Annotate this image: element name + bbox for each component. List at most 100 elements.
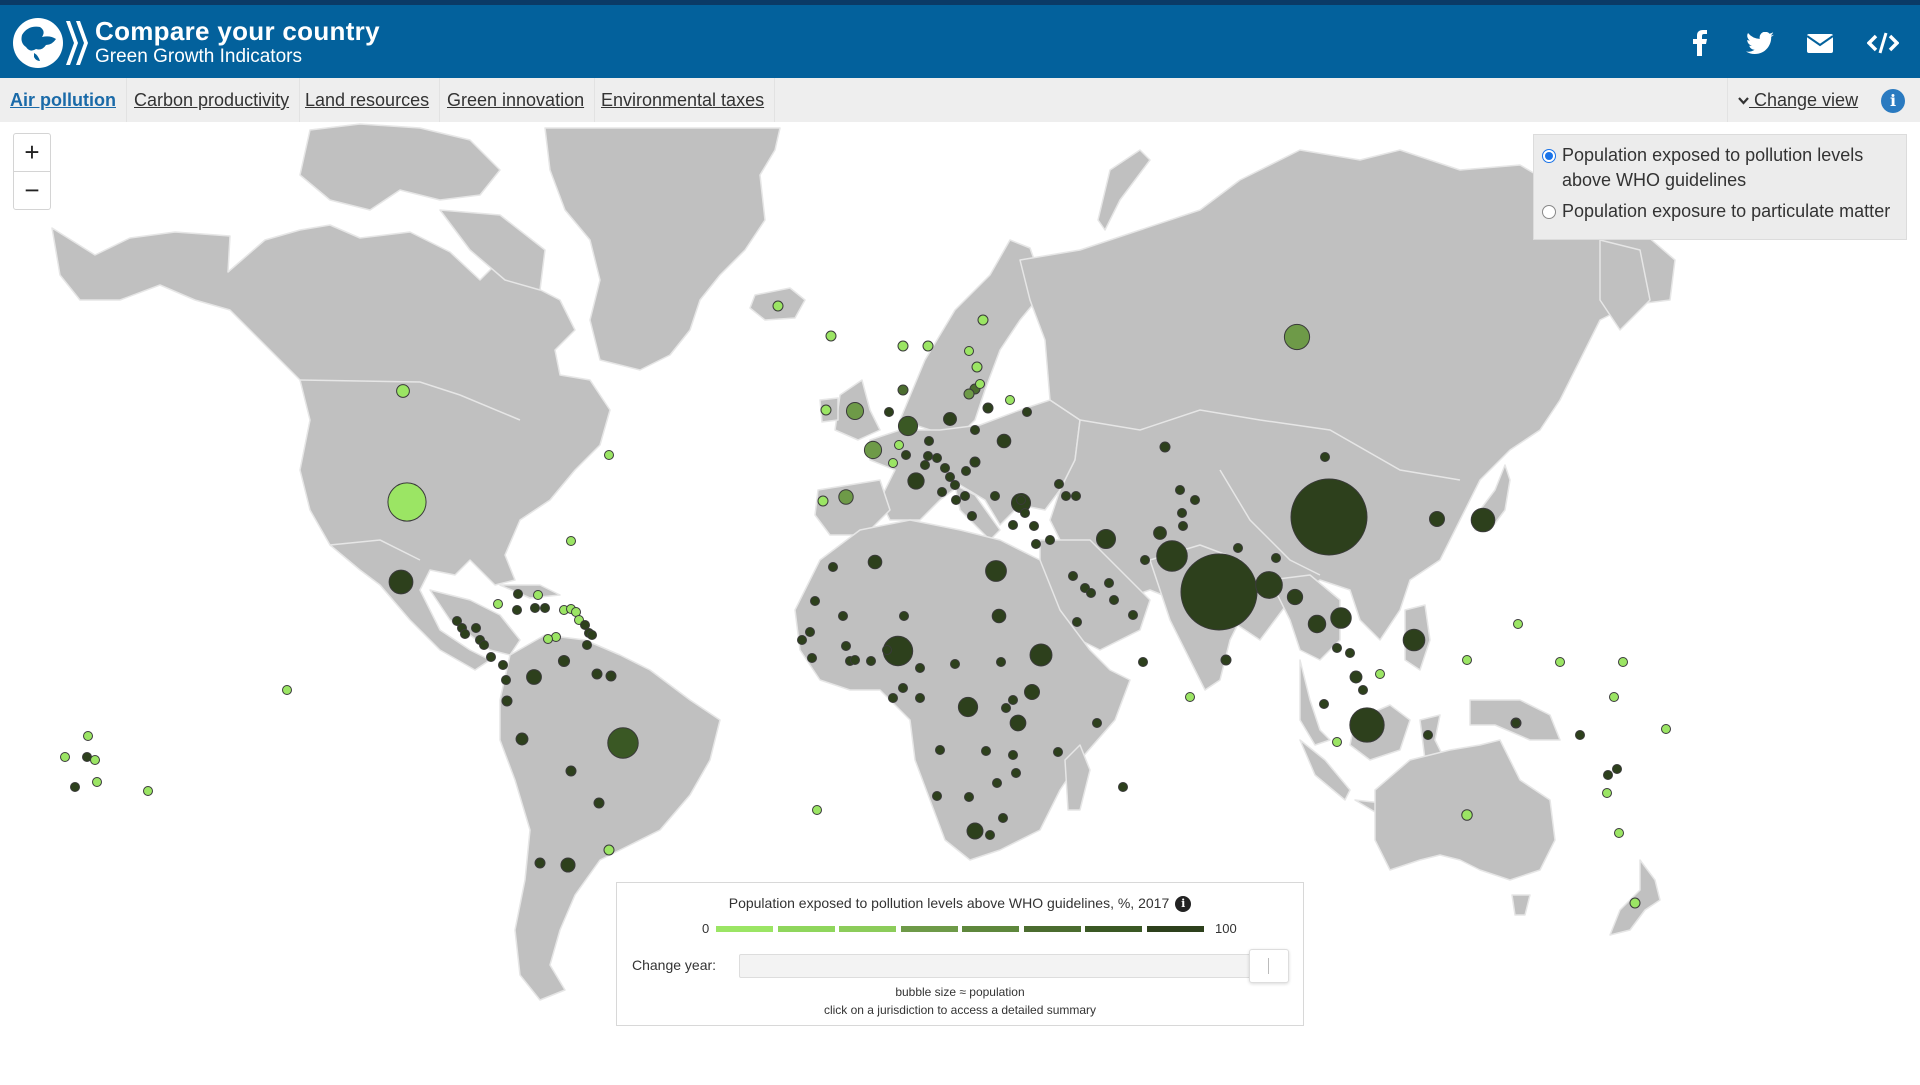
bubble-jurisdiction[interactable]	[961, 466, 971, 476]
bubble-norway[interactable]	[897, 340, 909, 352]
bubble-jurisdiction[interactable]	[1618, 657, 1628, 667]
bubble-jurisdiction[interactable]	[566, 536, 576, 546]
bubble-jurisdiction[interactable]	[1271, 553, 1281, 563]
bubble-jurisdiction[interactable]	[70, 782, 80, 792]
bubble-jurisdiction[interactable]	[915, 693, 925, 703]
bubble-indonesia[interactable]	[1349, 707, 1385, 743]
bubble-jurisdiction[interactable]	[901, 450, 911, 460]
bubble-guyana[interactable]	[591, 668, 603, 680]
bubble-jurisdiction[interactable]	[920, 460, 930, 470]
year-slider-handle[interactable]	[1249, 949, 1289, 983]
bubble-jurisdiction[interactable]	[888, 458, 898, 468]
bubble-jurisdiction[interactable]	[90, 755, 100, 765]
bubble-jurisdiction[interactable]	[1001, 703, 1011, 713]
bubble-jurisdiction[interactable]	[60, 752, 70, 762]
bubble-jurisdiction[interactable]	[1008, 750, 1018, 760]
facebook-share-button[interactable]	[1685, 25, 1715, 61]
bubble-jurisdiction[interactable]	[1020, 508, 1030, 518]
bubble-jurisdiction[interactable]	[587, 630, 597, 640]
bubble-united-kingdom[interactable]	[845, 401, 865, 421]
bubble-kenya[interactable]	[1024, 684, 1040, 700]
bubble-jurisdiction[interactable]	[1138, 657, 1148, 667]
bubble-jurisdiction[interactable]	[866, 656, 876, 666]
bubble-jurisdiction[interactable]	[990, 491, 1000, 501]
tab-land-resources[interactable]: Land resources	[295, 78, 441, 122]
bubble-poland[interactable]	[943, 412, 957, 426]
bubble-jurisdiction[interactable]	[479, 640, 489, 650]
radio-unselected[interactable]	[1542, 205, 1556, 219]
bubble-jurisdiction[interactable]	[898, 683, 908, 693]
twitter-share-button[interactable]	[1742, 25, 1778, 61]
bubble-jurisdiction[interactable]	[1068, 571, 1078, 581]
embed-button[interactable]	[1866, 25, 1900, 61]
tab-green-innovation[interactable]: Green innovation	[437, 78, 596, 122]
bubble-uruguay[interactable]	[603, 844, 615, 856]
bubble-jurisdiction[interactable]	[533, 590, 543, 600]
bubble-jurisdiction[interactable]	[960, 491, 970, 501]
bubble-jurisdiction[interactable]	[1332, 643, 1342, 653]
bubble-jurisdiction[interactable]	[945, 472, 955, 482]
bubble-jurisdiction[interactable]	[1029, 521, 1039, 531]
bubble-jurisdiction[interactable]	[932, 453, 942, 463]
bubble-jurisdiction[interactable]	[1603, 770, 1613, 780]
bubble-venezuela[interactable]	[557, 654, 571, 668]
bubble-jurisdiction[interactable]	[1423, 730, 1433, 740]
bubble-russia[interactable]	[1283, 323, 1311, 351]
bubble-jurisdiction[interactable]	[932, 791, 942, 801]
bubble-canada[interactable]	[396, 384, 410, 398]
bubble-jurisdiction[interactable]	[807, 653, 817, 663]
bubble-myanmar[interactable]	[1286, 588, 1304, 606]
bubble-jurisdiction[interactable]	[981, 746, 991, 756]
bubble-jurisdiction[interactable]	[899, 611, 909, 621]
bubble-finland[interactable]	[977, 314, 989, 326]
bubble-jurisdiction[interactable]	[1345, 648, 1355, 658]
bubble-jurisdiction[interactable]	[543, 634, 553, 644]
bubble-jurisdiction[interactable]	[1008, 695, 1018, 705]
bubble-japan[interactable]	[1470, 507, 1496, 533]
bubble-belarus[interactable]	[982, 402, 994, 414]
bubble-iran[interactable]	[1095, 528, 1117, 550]
radio-selected[interactable]	[1542, 149, 1556, 163]
bubble-jurisdiction[interactable]	[460, 629, 470, 639]
bubble-jurisdiction[interactable]	[970, 425, 980, 435]
bubble-jurisdiction[interactable]	[1072, 617, 1082, 627]
bubble-jurisdiction[interactable]	[1178, 521, 1188, 531]
bubble-jurisdiction[interactable]	[967, 511, 977, 521]
bubble-jurisdiction[interactable]	[951, 495, 961, 505]
bubble-argentina[interactable]	[560, 857, 576, 873]
bubble-jurisdiction[interactable]	[1140, 555, 1150, 565]
bubble-china[interactable]	[1290, 478, 1368, 556]
bubble-jurisdiction[interactable]	[1061, 491, 1071, 501]
bubble-jurisdiction[interactable]	[1511, 718, 1521, 728]
bubble-jurisdiction[interactable]	[1175, 485, 1185, 495]
bubble-jurisdiction[interactable]	[1011, 768, 1021, 778]
bubble-jurisdiction[interactable]	[493, 599, 503, 609]
bubble-jurisdiction[interactable]	[1177, 508, 1187, 518]
bubble-jurisdiction[interactable]	[530, 603, 540, 613]
bubble-colombia[interactable]	[526, 669, 542, 685]
bubble-jurisdiction[interactable]	[1053, 747, 1063, 757]
zoom-in-button[interactable]: +	[14, 134, 50, 172]
tab-environmental-taxes[interactable]: Environmental taxes	[591, 78, 776, 122]
bubble-jurisdiction[interactable]	[838, 611, 848, 621]
bubble-jurisdiction[interactable]	[540, 603, 550, 613]
bubble-jurisdiction[interactable]	[797, 635, 807, 645]
bubble-south-korea[interactable]	[1429, 511, 1445, 527]
bubble-jurisdiction[interactable]	[828, 562, 838, 572]
bubble-jurisdiction[interactable]	[1045, 535, 1055, 545]
bubble-chile[interactable]	[534, 857, 546, 869]
bubble-jurisdiction[interactable]	[1332, 737, 1342, 747]
bubble-ukraine[interactable]	[996, 433, 1012, 449]
bubble-jurisdiction[interactable]	[950, 480, 960, 490]
bubble-jurisdiction[interactable]	[92, 777, 102, 787]
bubble-faroe-islands[interactable]	[825, 330, 837, 342]
bubble-jurisdiction[interactable]	[1612, 764, 1622, 774]
bubble-jurisdiction[interactable]	[1031, 539, 1041, 549]
bubble-jurisdiction[interactable]	[884, 407, 894, 417]
bubble-bolivia[interactable]	[565, 765, 577, 777]
zoom-out-button[interactable]: −	[14, 172, 50, 209]
bubble-jurisdiction[interactable]	[810, 596, 820, 606]
bubble-ecuador[interactable]	[501, 695, 513, 707]
bubble-jurisdiction[interactable]	[1128, 610, 1138, 620]
bubble-jurisdiction[interactable]	[985, 830, 995, 840]
